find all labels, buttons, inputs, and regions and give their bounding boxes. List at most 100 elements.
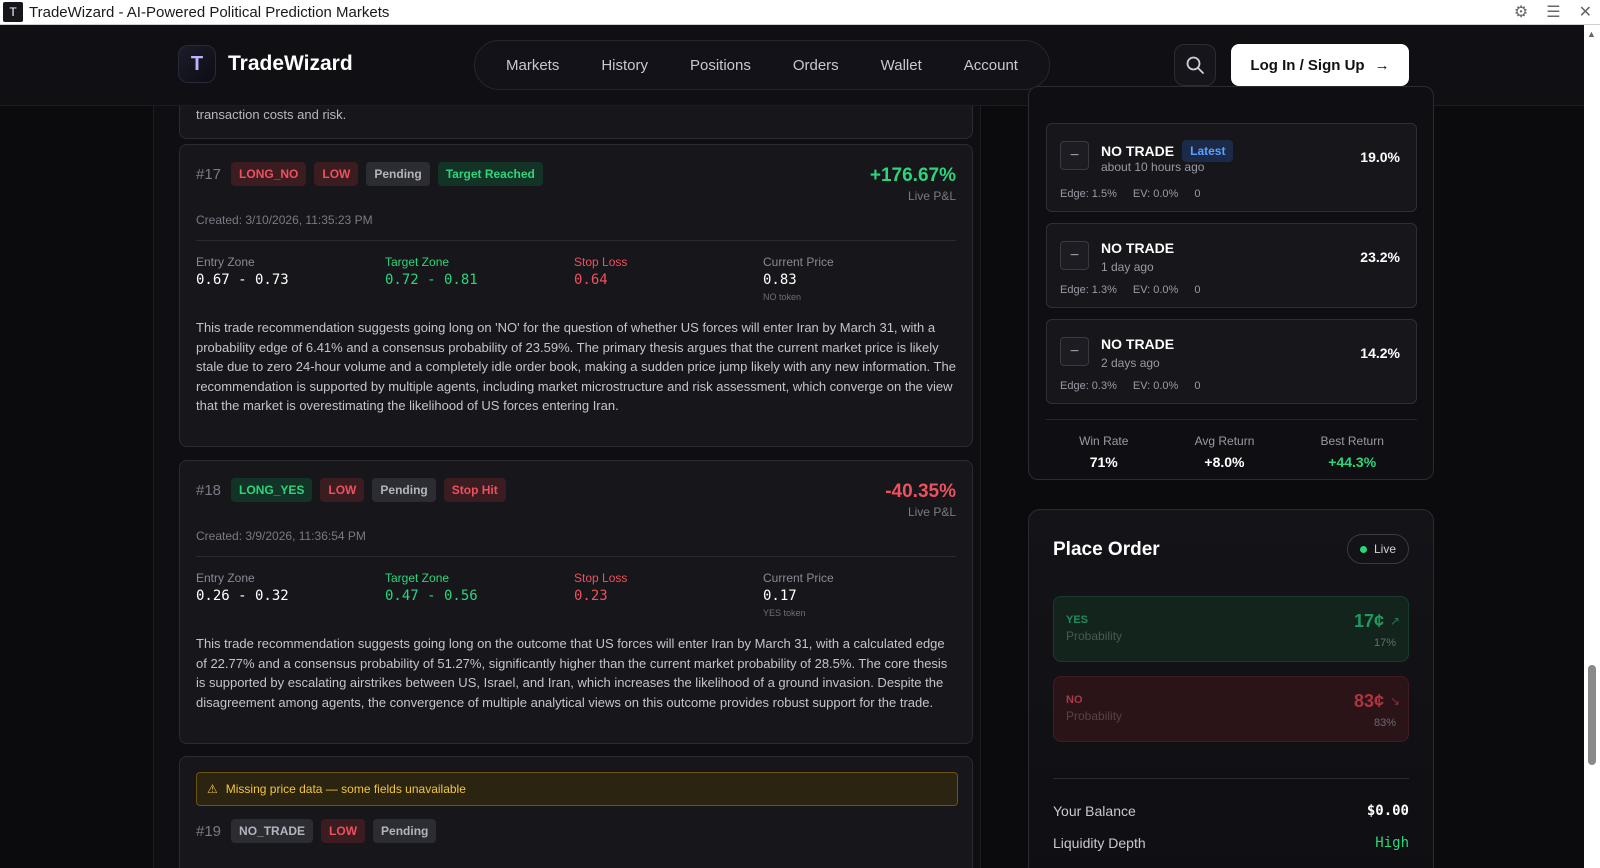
history-count: 0 [1194,284,1201,296]
search-button[interactable] [1174,44,1216,86]
warning-text: Missing price data — some fields unavail… [225,782,466,796]
close-icon[interactable]: ✕ [1579,2,1592,22]
missing-data-warning: ⚠ Missing price data — some fields unava… [196,772,958,806]
recommendation-description-snippet: transaction costs and risk. [196,107,347,122]
liquidity-value: High [1375,835,1409,851]
status-badge: Pending [366,162,430,186]
history-ev: EV: 0.0% [1132,284,1179,296]
balance-value: $0.00 [1366,803,1409,819]
divider [1053,778,1409,779]
favicon: T [3,2,23,22]
recommendation-description: This trade recommendation suggests going… [196,320,956,413]
recommendation-history-panel: − NO TRADE Latest about 10 hours ago 19.… [1028,86,1434,480]
live-pnl-value: -40.35% [885,481,956,502]
divider [196,556,956,557]
nav-account[interactable]: Account [954,51,1028,80]
history-edge: Edge: 0.3% [1060,380,1117,392]
yes-price: 17¢ [1353,611,1384,631]
scrollbar-thumb[interactable] [1588,665,1596,765]
brand-name[interactable]: TradeWizard [228,52,353,76]
live-pnl-label: Live P&L [907,505,956,519]
stop-loss: Stop Loss 0.64 [574,255,628,288]
history-count: 0 [1194,380,1201,392]
status-badge: Pending [372,478,436,502]
no-percent: 83% [1373,717,1396,729]
recommendation-card-18: #18 LONG_YES LOW Pending Stop Hit -40.35… [179,460,973,744]
risk-badge: LOW [320,478,365,502]
history-ev: EV: 0.0% [1132,380,1179,392]
history-title: NO TRADE [1101,336,1175,352]
extensions-icon[interactable]: ⚙ [1514,2,1528,22]
minus-icon: − [1060,337,1089,366]
latest-badge: Latest [1182,140,1234,162]
yes-outcome-button[interactable]: YES Probability 17¢ ↗ 17% [1053,596,1409,662]
trend-down-icon: ↘ [1389,694,1400,708]
liquidity-row: Liquidity Depth High [1053,835,1409,851]
history-time: about 10 hours ago [1101,160,1205,174]
recommendation-number: #17 [196,165,222,183]
current-price: Current Price 0.17 YES token [763,571,834,618]
warning-icon: ⚠ [207,782,218,796]
balance-row: Your Balance $0.00 [1053,803,1409,819]
window-title: TradeWizard - AI-Powered Political Predi… [29,3,390,21]
minus-icon: − [1060,141,1089,170]
nav-wallet[interactable]: Wallet [871,51,932,80]
nav-history[interactable]: History [591,51,658,80]
live-dot-icon [1359,545,1367,553]
arrow-right-icon: → [1374,56,1390,74]
nav-markets[interactable]: Markets [496,51,569,80]
history-probability: 19.0% [1360,149,1400,165]
live-badge: Live [1346,534,1409,564]
history-edge: Edge: 1.3% [1060,284,1117,296]
recommendation-card-17: #17 LONG_NO LOW Pending Target Reached +… [179,144,973,447]
direction-badge: LONG_NO [231,162,307,186]
avg-return-stat: Avg Return +8.0% [1194,434,1255,470]
history-edge: Edge: 1.5% [1060,188,1117,200]
history-item[interactable]: − NO TRADE 1 day ago 23.2% Edge: 1.3% EV… [1046,223,1417,308]
recommendation-description: This trade recommendation suggests going… [196,636,948,710]
entry-zone: Entry Zone 0.67 - 0.73 [196,255,289,288]
created-timestamp: Created: 3/10/2026, 11:35:23 PM [196,213,373,227]
target-zone: Target Zone 0.47 - 0.56 [385,571,478,604]
minus-icon: − [1060,241,1089,270]
risk-badge: LOW [321,819,366,843]
target-zone: Target Zone 0.72 - 0.81 [385,255,478,288]
direction-badge: NO_TRADE [231,819,314,843]
nav-orders[interactable]: Orders [783,51,849,80]
best-return-stat: Best Return +44.3% [1320,434,1384,470]
logo-icon[interactable]: T [178,45,216,83]
divider [196,240,956,241]
status-badge: Pending [373,819,437,843]
history-count: 0 [1194,188,1201,200]
login-signup-button[interactable]: Log In / Sign Up → [1231,44,1409,86]
no-outcome-button[interactable]: NO Probability 83¢ ↘ 83% [1053,676,1409,742]
history-probability: 14.2% [1360,345,1400,361]
browser-titlebar: T TradeWizard - AI-Powered Political Pre… [0,0,1600,25]
page-scrollbar[interactable]: ▲ [1584,25,1600,868]
outcome-badge: Stop Hit [443,478,506,502]
history-item[interactable]: − NO TRADE Latest about 10 hours ago 19.… [1046,123,1417,212]
nav-positions[interactable]: Positions [680,51,761,80]
stop-loss: Stop Loss 0.23 [574,571,628,604]
history-title: NO TRADE [1101,143,1175,159]
history-time: 1 day ago [1101,260,1154,274]
history-item[interactable]: − NO TRADE 2 days ago 14.2% Edge: 0.3% E… [1046,319,1417,404]
entry-zone: Entry Zone 0.26 - 0.32 [196,571,289,604]
main-nav: Markets History Positions Orders Wallet … [474,40,1050,90]
direction-badge: LONG_YES [231,478,313,502]
outcome-badge: Target Reached [437,162,543,186]
no-price: 83¢ [1353,691,1384,711]
place-order-title: Place Order [1053,539,1160,560]
created-timestamp: Created: 3/9/2026, 11:36:54 PM [196,529,366,543]
recommendation-number: #18 [196,481,222,499]
place-order-panel: Place Order Live YES Probability 17¢ ↗ 1… [1028,509,1434,868]
recommendation-number: #19 [196,822,222,840]
menu-icon[interactable]: ☰ [1546,2,1560,22]
history-title: NO TRADE [1101,240,1175,256]
scroll-up-icon[interactable]: ▲ [1587,29,1596,39]
live-pnl-label: Live P&L [907,189,956,203]
search-icon [1186,56,1204,74]
live-pnl-value: +176.67% [869,165,956,186]
performance-stats: Win Rate 71% Avg Return +8.0% Best Retur… [1046,419,1417,470]
risk-badge: LOW [314,162,359,186]
